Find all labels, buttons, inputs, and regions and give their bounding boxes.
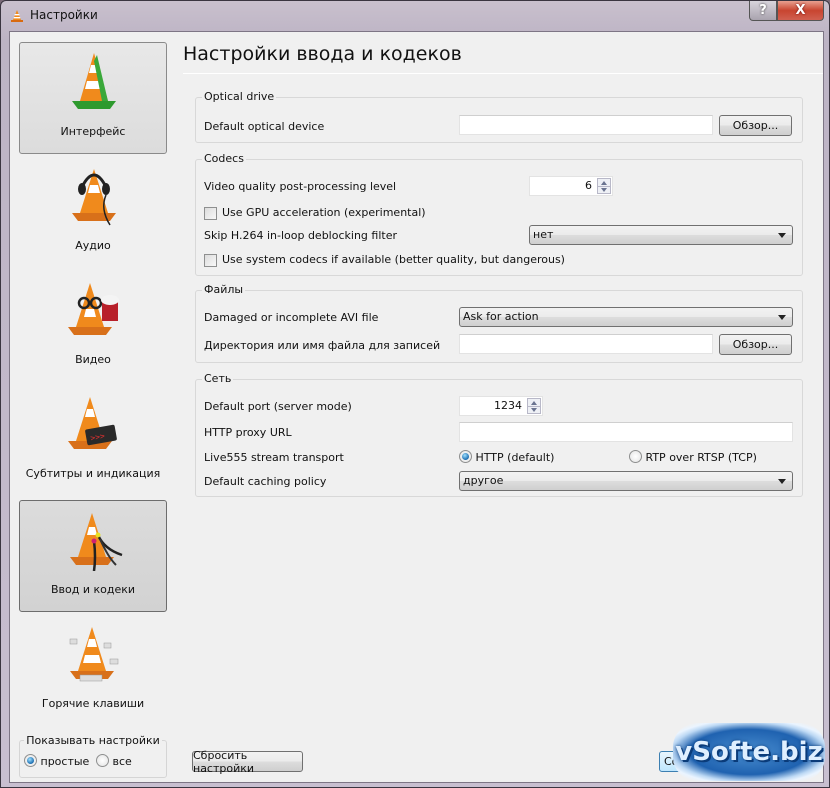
sidebar-item-label: Субтитры и индикация bbox=[25, 467, 161, 480]
spin-arrows-icon[interactable] bbox=[527, 398, 541, 414]
caching-policy-value: другое bbox=[463, 474, 504, 487]
sidebar-item-label: Аудио bbox=[75, 239, 111, 252]
default-port-label: Default port (server mode) bbox=[204, 400, 352, 413]
transport-http-radio[interactable]: HTTP (default) bbox=[459, 450, 554, 464]
optical-drive-group: Optical drive Default optical device Обз… bbox=[195, 90, 803, 143]
sidebar-item-label: Ввод и кодеки bbox=[50, 583, 136, 596]
close-icon: X bbox=[795, 3, 806, 18]
vlc-logo-icon bbox=[11, 10, 23, 22]
gpu-acceleration-checkbox[interactable] bbox=[204, 207, 217, 220]
pp-level-label: Video quality post-processing level bbox=[204, 180, 397, 193]
group-title: Файлы bbox=[202, 283, 246, 296]
optical-browse-button[interactable]: Обзор... bbox=[719, 115, 792, 136]
radio-button-checked[interactable] bbox=[459, 450, 472, 463]
close-button[interactable]: X bbox=[777, 1, 824, 21]
default-port-spinbox[interactable]: 1234 bbox=[459, 396, 543, 416]
transport-rtsp-radio[interactable]: RTP over RTSP (TCP) bbox=[629, 450, 757, 464]
skip-h264-label: Skip H.264 in-loop deblocking filter bbox=[204, 229, 397, 242]
chevron-down-icon bbox=[778, 315, 786, 320]
sidebar-item-label: Интерфейс bbox=[60, 125, 126, 138]
chevron-down-icon bbox=[778, 233, 786, 238]
show-settings-legend: Показывать настройки bbox=[24, 734, 162, 747]
avi-damaged-value: Ask for action bbox=[463, 310, 539, 323]
settings-panel: Настройки ввода и кодеков Optical drive … bbox=[175, 32, 823, 782]
radio-label: все bbox=[112, 755, 132, 768]
record-dir-label: Директория или имя файла для записей bbox=[204, 339, 441, 352]
sidebar-item-label: Видео bbox=[75, 353, 111, 366]
show-settings-group: Показывать настройки простые все bbox=[19, 734, 167, 778]
radio-label: HTTP (default) bbox=[475, 451, 555, 464]
settings-window: Настройки ? X Интерфейс Аудио Видео >>> … bbox=[0, 0, 830, 788]
help-button[interactable]: ? bbox=[749, 1, 777, 21]
sidebar-item-video[interactable]: Видео bbox=[19, 270, 167, 382]
chevron-down-icon bbox=[778, 479, 786, 484]
radio-label: простые bbox=[40, 755, 90, 768]
vlc-cone-subtitles-icon: >>> bbox=[68, 397, 117, 449]
http-proxy-input[interactable] bbox=[459, 422, 793, 442]
skip-h264-dropdown[interactable]: нет bbox=[529, 225, 793, 245]
sidebar-item-subtitles[interactable]: >>> Субтитры и индикация bbox=[19, 384, 167, 496]
category-sidebar: Интерфейс Аудио Видео >>> Субтитры и инд… bbox=[10, 32, 175, 778]
sidebar-item-hotkeys[interactable]: Горячие клавиши bbox=[19, 614, 167, 726]
http-proxy-label: HTTP proxy URL bbox=[204, 426, 292, 439]
page-title: Настройки ввода и кодеков bbox=[183, 43, 462, 65]
title-bar: Настройки ? X bbox=[1, 1, 829, 31]
vlc-cone-keys-icon bbox=[69, 627, 119, 682]
pp-level-value: 6 bbox=[585, 179, 592, 192]
gpu-acceleration-label: Use GPU acceleration (experimental) bbox=[222, 206, 426, 219]
default-optical-device-input[interactable] bbox=[459, 115, 713, 135]
radio-button-unchecked[interactable] bbox=[629, 450, 642, 463]
window-title: Настройки bbox=[30, 8, 98, 22]
watermark-logo: vSofte.biz bbox=[673, 723, 825, 781]
caching-policy-dropdown[interactable]: другое bbox=[459, 471, 793, 491]
radio-button-unchecked[interactable] bbox=[96, 754, 109, 767]
system-codecs-label: Use system codecs if available (better q… bbox=[222, 253, 565, 266]
vlc-cone-headphones-icon bbox=[72, 169, 116, 226]
default-port-value: 1234 bbox=[494, 399, 522, 412]
dialog-client-area: Интерфейс Аудио Видео >>> Субтитры и инд… bbox=[9, 31, 824, 783]
vlc-cone-green-icon bbox=[72, 53, 116, 109]
avi-damaged-label: Damaged or incomplete AVI file bbox=[204, 311, 379, 324]
record-dir-browse-button[interactable]: Обзор... bbox=[719, 334, 792, 355]
group-title: Сеть bbox=[202, 372, 234, 385]
vlc-cone-glasses-popcorn-icon bbox=[68, 283, 119, 335]
sidebar-item-interface[interactable]: Интерфейс bbox=[19, 42, 167, 154]
group-title: Codecs bbox=[202, 152, 246, 165]
skip-h264-value: нет bbox=[533, 228, 554, 241]
network-group: Сеть Default port (server mode) 1234 HTT… bbox=[195, 372, 803, 497]
system-codecs-checkbox[interactable] bbox=[204, 254, 217, 267]
record-dir-input[interactable] bbox=[459, 334, 713, 354]
vlc-cone-cables-icon bbox=[70, 513, 123, 571]
sidebar-item-label: Горячие клавиши bbox=[41, 697, 145, 710]
live555-transport-label: Live555 stream transport bbox=[204, 451, 344, 464]
sidebar-item-input-codecs[interactable]: Ввод и кодеки bbox=[19, 500, 167, 612]
files-group: Файлы Damaged or incomplete AVI file Ask… bbox=[195, 283, 803, 363]
default-optical-device-label: Default optical device bbox=[204, 120, 325, 133]
radio-label: RTP over RTSP (TCP) bbox=[645, 451, 757, 464]
avi-damaged-dropdown[interactable]: Ask for action bbox=[459, 307, 793, 327]
sidebar-item-audio[interactable]: Аудио bbox=[19, 156, 167, 268]
group-title: Optical drive bbox=[202, 90, 277, 103]
radio-button-checked[interactable] bbox=[24, 754, 37, 767]
show-simple-radio[interactable]: простые bbox=[24, 754, 89, 768]
codecs-group: Codecs Video quality post-processing lev… bbox=[195, 152, 803, 276]
pp-level-spinbox[interactable]: 6 bbox=[529, 176, 613, 196]
show-all-radio[interactable]: все bbox=[96, 754, 132, 768]
title-divider bbox=[183, 73, 823, 74]
reset-settings-button[interactable]: Сбросить настройки bbox=[192, 749, 303, 775]
spin-arrows-icon[interactable] bbox=[597, 178, 611, 194]
caching-policy-label: Default caching policy bbox=[204, 475, 327, 488]
help-icon: ? bbox=[759, 3, 767, 18]
